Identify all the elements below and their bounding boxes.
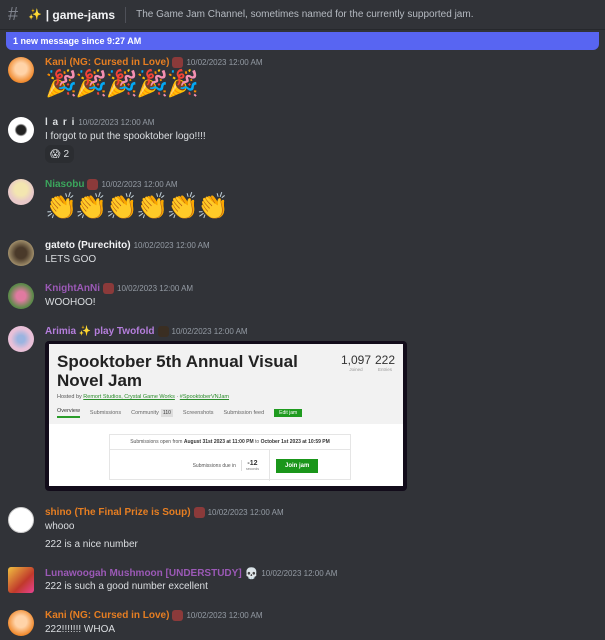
message-emoji: 🎉🎉🎉🎉🎉 xyxy=(45,68,199,98)
community-count-badge: 110 xyxy=(160,409,173,417)
submission-box: Submissions open from August 31st 2023 a… xyxy=(109,434,351,481)
role-icon[interactable] xyxy=(172,610,184,621)
hosts-link[interactable]: Remort Studios, Crystal Game Works xyxy=(83,394,175,400)
timestamp: 10/02/2023 12:00 AM xyxy=(186,611,263,620)
timestamp: 10/02/2023 12:00 AM xyxy=(117,284,194,293)
username[interactable]: Kani (NG: Cursed in Love) xyxy=(45,57,169,68)
join-jam-button[interactable]: Join jam xyxy=(276,458,319,473)
image-attachment[interactable]: Spooktober 5th Annual Visual Novel Jam 1… xyxy=(45,341,407,491)
hash-icon: # xyxy=(8,4,19,24)
message-text: LETS GOO xyxy=(45,254,97,265)
message-text: whooo xyxy=(45,521,75,532)
avatar[interactable] xyxy=(8,283,34,309)
message-text: 222!!!!!!! WHOA xyxy=(45,624,116,635)
avatar[interactable] xyxy=(8,117,34,143)
message-text: 222 is a nice number xyxy=(45,539,138,550)
username[interactable]: l a r i xyxy=(45,117,75,128)
joined-stat: 1,097 Joined xyxy=(341,353,371,372)
role-icon[interactable] xyxy=(103,283,114,294)
joined-count: 1,097 xyxy=(341,353,372,367)
avatar[interactable] xyxy=(8,326,34,352)
avatar[interactable] xyxy=(8,610,34,636)
role-icon[interactable] xyxy=(172,57,184,68)
tab-submissions[interactable]: Submissions xyxy=(90,410,121,416)
avatar[interactable] xyxy=(8,179,34,205)
new-messages-bar[interactable]: 1 new message since 9:27 AM xyxy=(6,32,599,50)
channel-header: # ✨ | game-jams The Game Jam Channel, so… xyxy=(0,0,605,30)
timestamp: 10/02/2023 12:00 AM xyxy=(171,327,248,336)
timestamp: 10/02/2023 12:00 AM xyxy=(101,180,178,189)
countdown-unit: seconds xyxy=(245,467,259,471)
message-text: I forgot to put the spooktober logo!!!! xyxy=(45,131,206,142)
reaction-count: 2 xyxy=(63,148,69,160)
role-icon[interactable] xyxy=(87,179,99,190)
open-end: October 1st 2023 at 10:59 PM xyxy=(260,439,330,445)
message-text: 222 is such a good number excellent xyxy=(45,581,208,592)
reaction-button[interactable]: 😱 2 xyxy=(45,145,74,163)
avatar[interactable] xyxy=(8,57,34,83)
entries-count: 222 xyxy=(375,353,396,367)
countdown-value: -12 xyxy=(247,460,258,467)
submission-window: Submissions open from August 31st 2023 a… xyxy=(110,435,350,450)
joined-label: Joined xyxy=(349,367,363,372)
jam-hosts: Hosted by Remort Studios, Crystal Game W… xyxy=(57,394,230,400)
scream-icon: 😱 xyxy=(50,148,61,160)
timestamp: 10/02/2023 12:00 AM xyxy=(133,241,210,250)
countdown: -12 seconds xyxy=(240,460,259,471)
username[interactable]: Lunawoogah Mushmoon [UNDERSTUDY] xyxy=(45,568,242,579)
skull-icon[interactable]: 💀 xyxy=(245,567,259,580)
role-icon[interactable] xyxy=(157,326,169,337)
entries-stat: 222 Entries xyxy=(375,353,395,372)
username[interactable]: shino (The Final Prize is Soup) xyxy=(45,507,191,518)
channel-name[interactable]: | game-jams xyxy=(46,8,115,22)
sparkle-icon: ✨ xyxy=(28,9,42,21)
tab-overview[interactable]: Overview xyxy=(57,408,80,418)
avatar[interactable] xyxy=(8,240,34,266)
header-divider xyxy=(125,6,127,23)
avatar[interactable] xyxy=(8,507,34,533)
role-icon[interactable] xyxy=(193,507,205,518)
hashtag-link[interactable]: #SpooktoberVNJam xyxy=(180,394,229,400)
open-start: August 31st 2023 at 11:00 PM xyxy=(183,439,254,445)
edit-jam-button[interactable]: Edit jam xyxy=(274,409,303,417)
avatar[interactable] xyxy=(8,567,34,593)
jam-tabs: Overview Submissions Community 110 Screen… xyxy=(57,408,303,418)
username[interactable]: gateto (Purechito) xyxy=(45,240,131,251)
timestamp: 10/02/2023 12:00 AM xyxy=(78,118,155,127)
jam-title: Spooktober 5th Annual Visual Novel Jam xyxy=(57,352,298,390)
open-mid: to xyxy=(255,439,260,445)
tab-screenshots[interactable]: Screenshots xyxy=(183,410,214,416)
username[interactable]: Arimia ✨ play Twofold xyxy=(45,326,155,337)
hosted-by-label: Hosted by xyxy=(57,394,84,400)
entries-label: Entries xyxy=(378,367,393,372)
username[interactable]: KnightAnNi xyxy=(45,283,100,294)
timestamp: 10/02/2023 12:00 AM xyxy=(207,508,284,517)
timestamp: 10/02/2023 12:00 AM xyxy=(261,569,338,578)
tab-community[interactable]: Community 110 xyxy=(131,409,173,417)
tab-community-label: Community xyxy=(131,410,159,416)
timestamp: 10/02/2023 12:00 AM xyxy=(186,58,263,67)
open-prefix: Submissions open from xyxy=(130,439,183,445)
message-emoji: 👏👏👏👏👏👏 xyxy=(45,191,229,221)
username[interactable]: Kani (NG: Cursed in Love) xyxy=(45,610,169,621)
tab-submission-feed[interactable]: Submission feed xyxy=(223,410,264,416)
channel-topic[interactable]: The Game Jam Channel, sometimes named fo… xyxy=(136,9,473,20)
message-text: WOOHOO! xyxy=(45,297,96,308)
due-label: Submissions due in xyxy=(192,462,236,469)
username[interactable]: Niasobu xyxy=(45,179,84,190)
